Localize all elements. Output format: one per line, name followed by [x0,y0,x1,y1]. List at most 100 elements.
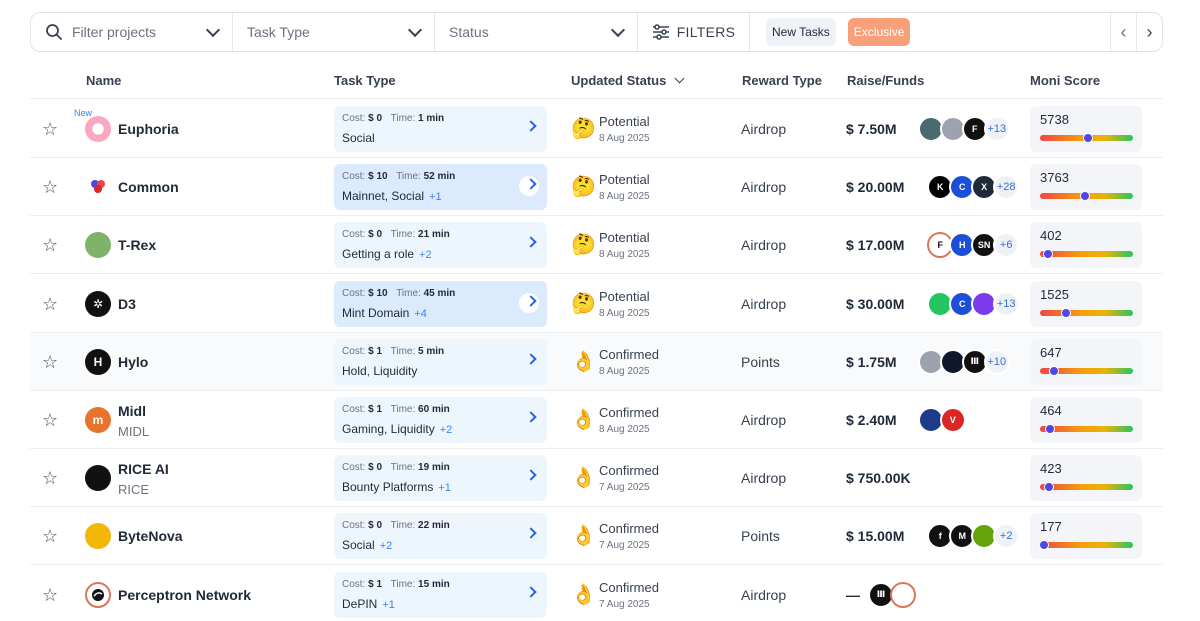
new-tasks-chip[interactable]: New Tasks [766,18,836,46]
investor-avatar[interactable] [890,581,916,608]
star-icon[interactable]: ☆ [42,295,58,313]
star-icon[interactable]: ☆ [42,586,58,604]
star-icon[interactable]: ☆ [42,411,58,429]
project-name[interactable]: ByteNova [118,528,183,544]
moni-score[interactable]: 3763 [1030,164,1142,211]
moni-score[interactable]: 423 [1030,455,1142,502]
table-row[interactable]: ☆ H Hylo Cost: $ 1 Time: 5 min Hold, Liquidi… [30,332,1163,391]
investor-more-count[interactable]: +13 [983,116,1010,142]
moni-bar [1040,482,1133,493]
moni-score[interactable]: 177 [1030,513,1142,560]
exclusive-chip[interactable]: Exclusive [847,18,911,46]
time-label: Time: [388,113,419,124]
moni-bar [1038,540,1133,551]
star-icon[interactable]: ☆ [42,469,58,487]
table-row[interactable]: ☆ T-Rex Cost: $ 0 Time: 21 min Getting a ro… [30,216,1163,275]
project-name[interactable]: Perceptron Network [118,587,251,603]
moni-score[interactable]: 5738 [1030,106,1142,152]
table-row[interactable]: ☆ m Midl MIDL Cost: $ 1 Time: 60 min Gaming, … [30,391,1163,449]
investor-more-count[interactable]: +28 [993,174,1020,201]
investor-stack[interactable]: Ⅲ +10 [917,348,1010,375]
moni-bar [1040,424,1133,434]
col-name[interactable]: Name [86,73,121,88]
moni-score[interactable]: 647 [1030,338,1142,385]
col-task-type[interactable]: Task Type [334,73,396,88]
project-name[interactable]: Euphoria [118,121,179,137]
moni-value: 423 [1040,461,1062,477]
sliders-icon [652,24,670,40]
task-card[interactable]: Cost: $ 0 Time: 22 min Social +2 [334,513,547,560]
investor-more-count[interactable]: +10 [983,348,1010,375]
reward-type: Airdrop [741,412,787,428]
project-filter[interactable]: Filter projects [31,13,233,51]
investor-stack[interactable]: Ⅲ [868,581,916,608]
reward-type: Airdrop [741,586,787,603]
status-date: 7 Aug 2025 [599,598,650,610]
moni-marker [1043,249,1054,260]
investor-stack[interactable]: K C X +28 [927,174,1020,201]
task-card[interactable]: Cost: $ 1 Time: 60 min Gaming, Liquidity +… [334,397,547,443]
investor-stack[interactable]: F H SN +6 [927,232,1020,259]
cost-label: Cost: [342,404,369,415]
task-card[interactable]: Cost: $ 0 Time: 1 min Social [334,106,547,152]
task-card[interactable]: Cost: $ 0 Time: 19 min Bounty Platforms +1 [334,455,547,502]
investor-more-count[interactable]: +2 [993,523,1020,550]
investor-stack[interactable]: f M +2 [927,523,1020,550]
project-name[interactable]: Hylo [118,354,148,370]
investor-more-count[interactable]: +6 [993,232,1020,259]
moni-score[interactable]: 402 [1030,222,1142,269]
raise-amount: $ 20.00M [846,179,905,196]
task-card[interactable]: Cost: $ 1 Time: 15 min DePIN +1 [334,571,547,618]
task-card[interactable]: Cost: $ 1 Time: 5 min Hold, Liquidity [334,338,547,385]
task-card[interactable]: Cost: $ 0 Time: 21 min Getting a role +2 [334,222,547,269]
project-name[interactable]: D3 [118,296,136,312]
search-input[interactable]: Filter projects [72,24,208,40]
star-icon[interactable]: ☆ [42,236,58,254]
col-updated-status[interactable]: Updated Status [571,73,685,88]
star-icon[interactable]: ☆ [42,527,58,545]
project-name[interactable]: T-Rex [118,237,156,253]
thinking-face-icon: 🤔 [571,234,596,257]
status-select[interactable]: Status [435,13,638,51]
col-moni-score[interactable]: Moni Score [1030,73,1100,88]
moni-score[interactable]: 464 [1030,397,1142,443]
project-logo: ✲ [85,290,111,317]
task-type-select[interactable]: Task Type [233,13,435,51]
investor-more-count[interactable]: +13 [993,290,1020,317]
time-label: Time: [388,229,419,241]
table-row[interactable]: ☆ ✲ D3 Cost: $ 10 Time: 45 min Mint Domain +4… [30,275,1163,333]
investor-avatar[interactable]: V [939,407,966,433]
table-row[interactable]: ☆ Common Cost: $ 10 Time: 52 min Mainnet, S… [30,158,1163,217]
task-card[interactable]: Cost: $ 10 Time: 52 min Mainnet, Social +1 [334,164,547,211]
status-label: Potential [599,230,650,246]
chevron-left-icon[interactable]: ‹ [1111,13,1136,51]
table-row[interactable]: ☆ Perceptron Network Cost: $ 1 Time: 15 mi… [30,566,1163,621]
time-value: 60 min [418,404,450,415]
star-icon[interactable]: ☆ [42,178,58,196]
star-icon[interactable]: ☆ [42,353,58,371]
table-row[interactable]: ☆ RICE AI RICE Cost: $ 0 Time: 19 min Bounty… [30,449,1163,508]
investor-stack[interactable]: V [917,407,966,433]
moni-score[interactable]: 1525 [1030,280,1142,327]
project-name[interactable]: Midl [118,403,146,419]
table-row[interactable]: ☆ ByteNova Cost: $ 0 Time: 22 min Social +2 👌… [30,507,1163,566]
col-raise-funds[interactable]: Raise/Funds [847,73,924,88]
filters-button[interactable]: FILTERS [638,13,750,51]
star-icon[interactable]: ☆ [42,120,58,138]
status-date: 7 Aug 2025 [599,540,650,552]
ok-hand-icon: 👌 [571,525,596,548]
time-value: 19 min [418,462,450,474]
col-reward-type[interactable]: Reward Type [742,73,822,88]
project-name[interactable]: RICE AI [118,461,169,477]
investor-stack[interactable]: F +13 [917,116,1010,142]
investor-stack[interactable]: C +13 [927,290,1020,317]
new-badge: New [74,108,93,118]
task-more-count: +1 [429,191,442,204]
task-card[interactable]: Cost: $ 10 Time: 45 min Mint Domain +4 [334,280,547,327]
task-meta: Cost: $ 1 Time: 15 min [342,579,450,590]
chevron-right-icon[interactable]: › [1136,13,1162,51]
task-more-count: +1 [438,482,451,495]
project-name[interactable]: Common [118,179,179,195]
time-label: Time: [388,578,419,590]
table-row[interactable]: ☆ New Euphoria Cost: $ 0 Time: 1 min Social 🤔… [30,100,1163,158]
